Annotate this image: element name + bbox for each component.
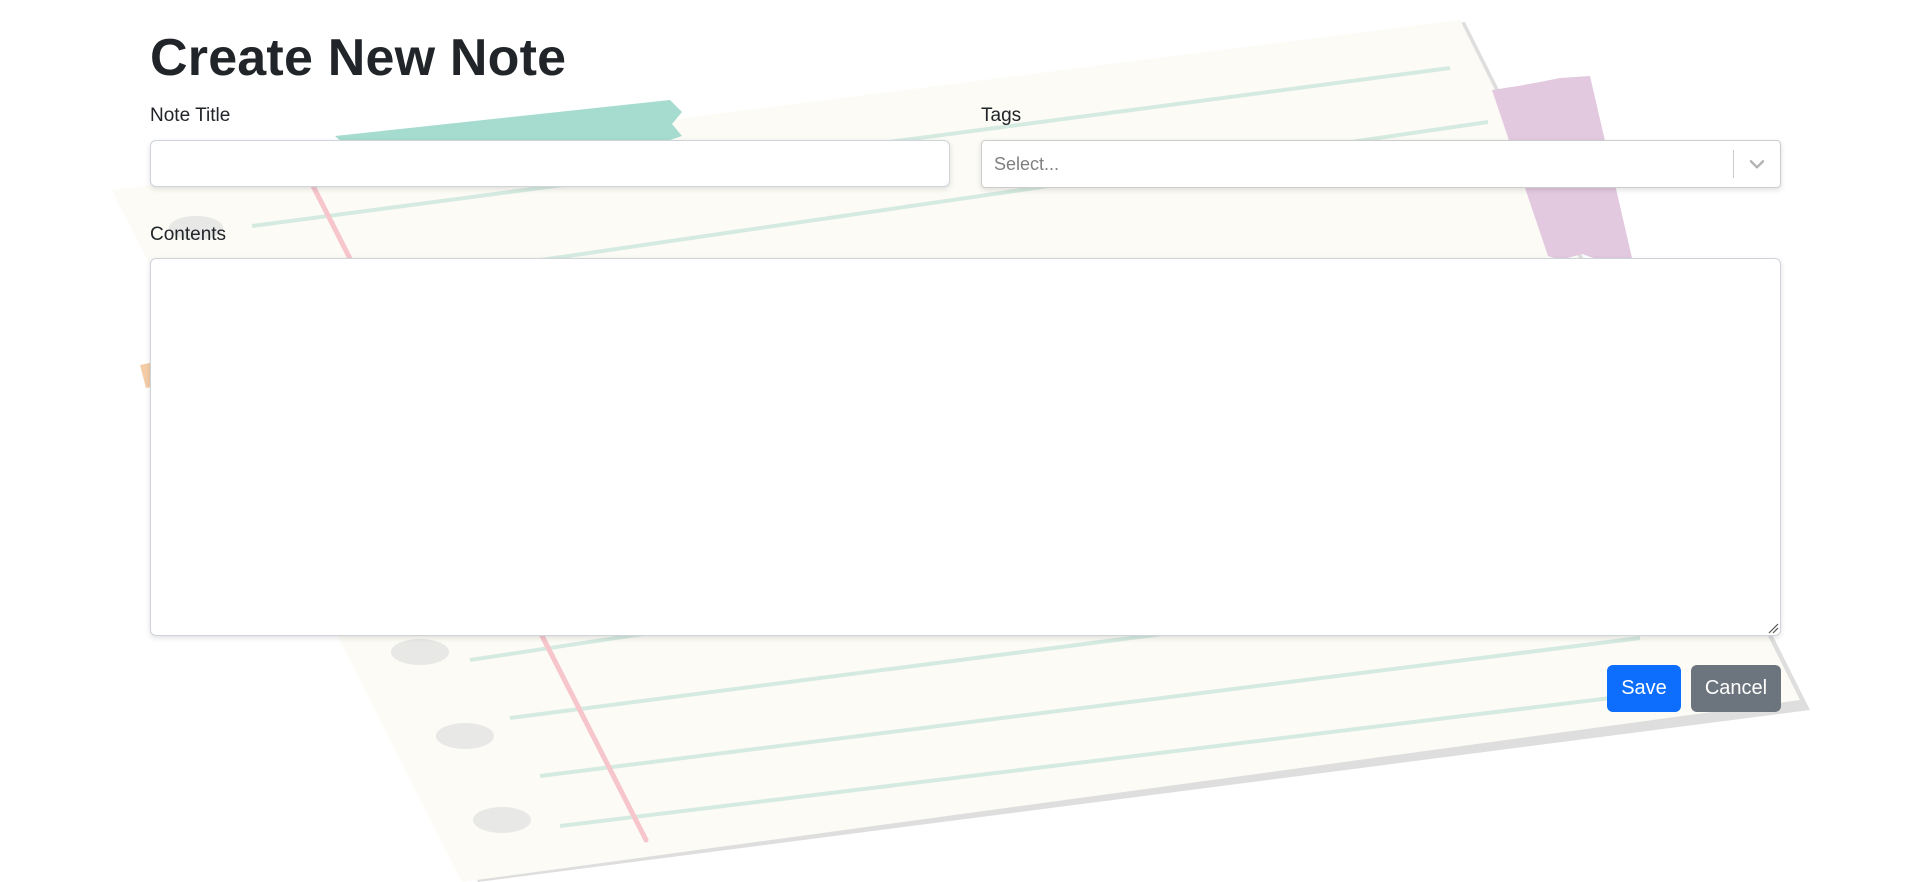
tags-select[interactable]: Select... [981, 140, 1781, 188]
chevron-down-icon[interactable] [1746, 153, 1768, 175]
note-title-label: Note Title [150, 105, 231, 126]
page-title: Create New Note [150, 29, 567, 87]
contents-textarea[interactable] [150, 258, 1781, 636]
tags-select-placeholder: Select... [994, 154, 1060, 174]
tags-select-separator [1733, 150, 1734, 178]
tags-label: Tags [981, 105, 1022, 126]
resize-grip-icon[interactable] [1767, 622, 1779, 634]
cancel-button[interactable]: Cancel [1691, 665, 1781, 712]
contents-label: Contents [150, 224, 227, 245]
note-title-input[interactable] [150, 140, 950, 187]
save-button[interactable]: Save [1607, 665, 1681, 712]
